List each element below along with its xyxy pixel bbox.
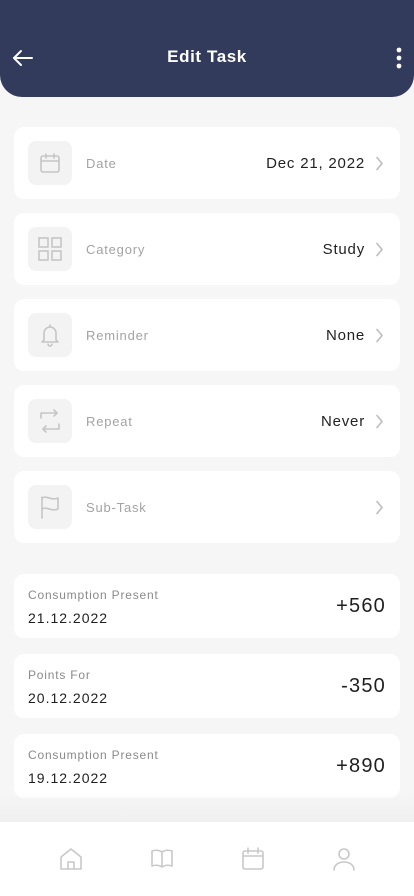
more-vertical-icon bbox=[396, 47, 402, 69]
bottom-tab-bar bbox=[0, 822, 414, 896]
transaction-date: 19.12.2022 bbox=[28, 770, 109, 786]
reminder-label: Reminder bbox=[86, 327, 149, 343]
grid-icon bbox=[38, 237, 62, 261]
tab-profile[interactable] bbox=[319, 834, 369, 884]
transaction-item[interactable]: Consumption Present 21.12.2022 +560 bbox=[14, 574, 400, 638]
transaction-label: Consumption Present bbox=[28, 748, 159, 762]
flag-icon bbox=[41, 496, 59, 519]
subtask-label: Sub-Task bbox=[86, 499, 147, 515]
tab-library[interactable] bbox=[137, 834, 187, 884]
transaction-amount: +890 bbox=[336, 755, 386, 777]
transaction-label: Consumption Present bbox=[28, 588, 159, 602]
transaction-item[interactable]: Points For 20.12.2022 -350 bbox=[14, 654, 400, 718]
book-icon bbox=[150, 849, 173, 868]
tab-calendar[interactable] bbox=[228, 834, 278, 884]
repeat-label: Repeat bbox=[86, 413, 133, 429]
category-row[interactable]: Category Study bbox=[14, 213, 400, 285]
repeat-value: Never bbox=[320, 412, 365, 430]
page-title: Edit Task bbox=[167, 47, 247, 66]
app-header: Edit Task bbox=[0, 0, 414, 97]
transaction-amount: -350 bbox=[341, 675, 386, 697]
subtask-row[interactable]: Sub-Task bbox=[14, 471, 400, 543]
repeat-row[interactable]: Repeat Never bbox=[14, 385, 400, 457]
scroll-fade bbox=[0, 792, 414, 822]
calendar-icon bbox=[40, 153, 60, 173]
transaction-amount: +560 bbox=[336, 595, 386, 617]
reminder-row[interactable]: Reminder None bbox=[14, 299, 400, 371]
profile-icon bbox=[332, 848, 355, 871]
more-options-button[interactable] bbox=[392, 44, 406, 72]
chevron-right-icon bbox=[376, 156, 383, 170]
transaction-label: Points For bbox=[28, 668, 91, 682]
date-value: Dec 21, 2022 bbox=[266, 154, 365, 172]
calendar-icon bbox=[241, 847, 264, 870]
chevron-right-icon bbox=[376, 414, 383, 428]
chevron-right-icon bbox=[376, 328, 383, 342]
bell-icon bbox=[41, 324, 59, 347]
home-icon bbox=[59, 848, 82, 870]
chevron-right-icon bbox=[376, 500, 383, 514]
repeat-icon bbox=[40, 409, 60, 433]
date-row[interactable]: Date Dec 21, 2022 bbox=[14, 127, 400, 199]
reminder-value: None bbox=[325, 326, 365, 344]
transaction-date: 20.12.2022 bbox=[28, 690, 109, 706]
transaction-item[interactable]: Consumption Present 19.12.2022 +890 bbox=[14, 734, 400, 798]
tab-home[interactable] bbox=[46, 834, 96, 884]
transaction-date: 21.12.2022 bbox=[28, 610, 109, 626]
chevron-right-icon bbox=[376, 242, 383, 256]
date-label: Date bbox=[86, 155, 117, 171]
category-label: Category bbox=[86, 241, 146, 257]
category-value: Study bbox=[322, 240, 365, 258]
